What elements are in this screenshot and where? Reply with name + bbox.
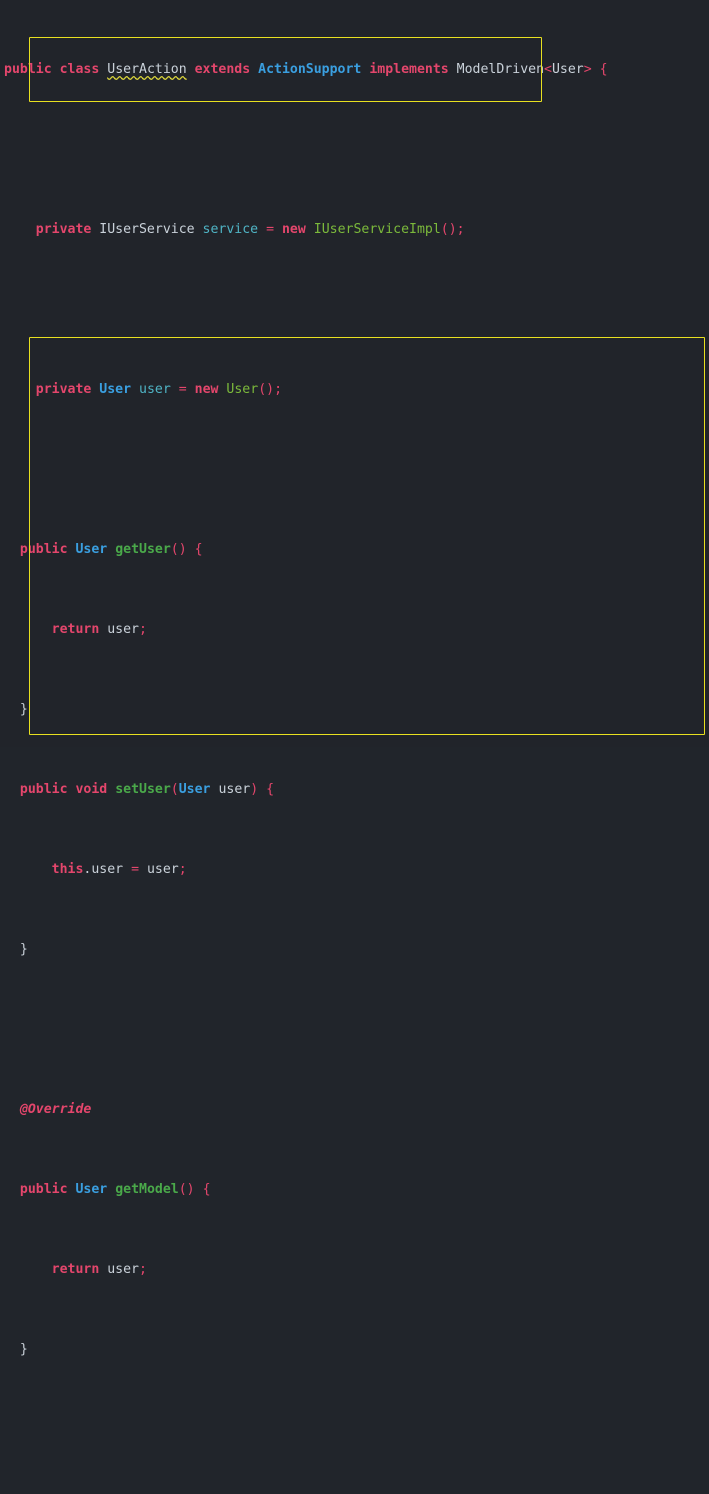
token-keyword-extends: extends	[194, 62, 251, 77]
code-line-17: }	[0, 1340, 709, 1360]
code-line-7: public User getUser() {	[0, 540, 709, 560]
token-parens: ()	[170, 542, 187, 557]
token-keyword-void: void	[75, 782, 108, 797]
token-paren-close: )	[250, 782, 259, 797]
code-line-9: }	[0, 700, 709, 720]
code-line-16: return user;	[0, 1260, 709, 1280]
token-generic-close: >	[583, 62, 592, 77]
code-line-11: this.user = user;	[0, 860, 709, 880]
token-paren-open: (	[170, 782, 179, 797]
token-keyword-public: public	[19, 542, 68, 557]
token-brace-open: {	[194, 542, 203, 557]
token-value-user: user	[107, 1262, 139, 1277]
code-line-8: return user;	[0, 620, 709, 640]
token-param-name: user	[218, 782, 251, 797]
token-keyword-implements: implements	[369, 62, 449, 77]
token-parens: ()	[178, 1182, 195, 1197]
code-line-3: private IUserService service = new IUser…	[0, 220, 709, 240]
token-semicolon: ;	[178, 862, 187, 877]
code-line-10: public void setUser(User user) {	[0, 780, 709, 800]
code-content[interactable]: public class UserAction extends ActionSu…	[0, 0, 709, 1494]
token-brace-open: {	[599, 62, 608, 77]
code-line-14: @Override	[0, 1100, 709, 1120]
token-keyword-return: return	[51, 1262, 100, 1277]
token-call-parens: ();	[440, 222, 465, 237]
token-keyword-public: public	[4, 62, 52, 77]
token-field-type: User	[99, 382, 132, 397]
token-keyword-public: public	[19, 782, 68, 797]
token-field-name: service	[202, 222, 259, 237]
token-keyword-return: return	[51, 622, 100, 637]
token-field-user: user	[91, 862, 124, 877]
code-line-15: public User getModel() {	[0, 1180, 709, 1200]
code-line-12: }	[0, 940, 709, 960]
token-brace-close: }	[19, 702, 28, 717]
token-keyword-this: this	[51, 862, 84, 877]
token-dot: .	[83, 862, 92, 877]
token-keyword-new: new	[281, 222, 306, 237]
token-constructor: User	[226, 382, 259, 397]
token-interface: ModelDriven	[456, 62, 545, 77]
token-param-type: User	[178, 782, 211, 797]
code-line-1: public class UserAction extends ActionSu…	[0, 60, 709, 80]
token-class-name: UserAction	[107, 62, 187, 77]
token-field-type: IUserService	[99, 222, 195, 237]
code-editor-pane[interactable]: public class UserAction extends ActionSu…	[0, 0, 709, 1357]
token-value-user: user	[107, 622, 139, 637]
token-brace-close: }	[19, 942, 28, 957]
token-generic-type: User	[551, 62, 584, 77]
token-assign: =	[131, 862, 140, 877]
token-constructor: IUserServiceImpl	[313, 222, 441, 237]
token-method-setuser: setUser	[115, 782, 171, 797]
token-brace-open: {	[202, 1182, 211, 1197]
token-keyword-new: new	[194, 382, 219, 397]
token-assign: =	[178, 382, 187, 397]
code-line-5: private User user = new User();	[0, 380, 709, 400]
token-semicolon: ;	[139, 1262, 147, 1277]
token-keyword-public: public	[19, 1182, 68, 1197]
token-semicolon: ;	[139, 622, 147, 637]
token-generic-open: <	[544, 62, 552, 77]
token-return-type: User	[75, 1182, 108, 1197]
token-brace-close: }	[19, 1342, 28, 1357]
token-keyword-class: class	[59, 62, 100, 77]
token-assign: =	[266, 222, 275, 237]
token-annotation-override: @Override	[19, 1102, 92, 1117]
token-return-type: User	[75, 542, 108, 557]
token-keyword-private: private	[35, 222, 92, 237]
token-superclass: ActionSupport	[258, 62, 362, 77]
token-method-getuser: getUser	[115, 542, 171, 557]
token-value-user: user	[146, 862, 179, 877]
token-call-parens: ();	[258, 382, 283, 397]
token-brace-open: {	[266, 782, 275, 797]
token-method-getmodel: getModel	[115, 1182, 179, 1197]
token-field-name: user	[139, 382, 171, 397]
token-keyword-private: private	[35, 382, 92, 397]
